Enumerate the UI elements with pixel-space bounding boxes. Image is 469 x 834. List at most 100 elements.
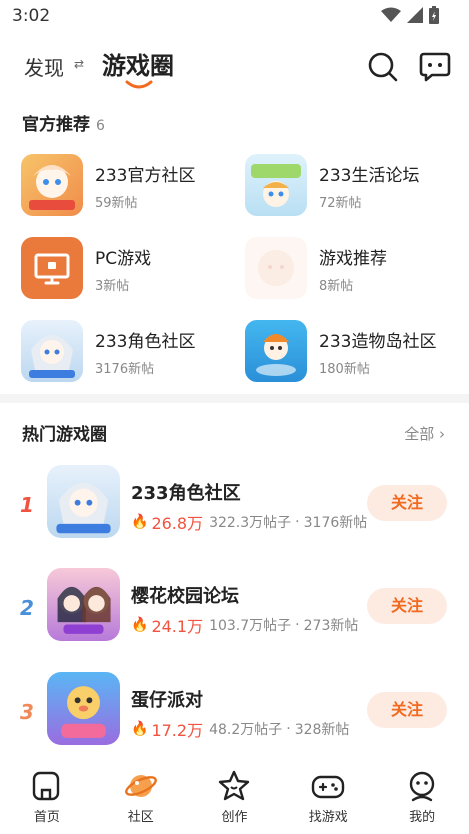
- home-icon: [32, 771, 60, 801]
- battery-icon: [429, 6, 439, 24]
- rec-thumb: [21, 154, 83, 216]
- status-bar: 3:02: [0, 0, 469, 32]
- follow-button[interactable]: 关注: [367, 588, 447, 624]
- avatar-illustration-icon: [29, 335, 75, 378]
- avatar-illustration-icon: [61, 686, 106, 738]
- rec-name: 233生活论坛: [319, 166, 420, 186]
- new-post-count: 273新帖: [303, 618, 359, 634]
- dot-separator: ·: [295, 617, 300, 633]
- top-bar: 发现 ⇄ 游戏圈: [0, 40, 469, 90]
- rec-item-creation-island[interactable]: 233造物岛社区 180新帖: [245, 320, 465, 384]
- avatar-illustration-icon: [29, 165, 75, 210]
- rec-item-official-community[interactable]: 233官方社区 59新帖: [21, 154, 241, 218]
- rec-item-life-forum[interactable]: 233生活论坛 72新帖: [245, 154, 465, 218]
- avatar-illustration-icon: [56, 482, 111, 534]
- official-count: 6: [96, 118, 105, 134]
- hot-thumb: [47, 465, 120, 538]
- rec-sub: 8新帖: [319, 279, 354, 294]
- hot-item[interactable]: 1 233角色社区 🔥 26.8万 322.3万帖子 · 3176新帖 关注: [0, 465, 469, 545]
- hot-section-title: 热门游戏圈: [22, 425, 107, 445]
- dot-separator: ·: [286, 721, 291, 737]
- new-post-count: 328新帖: [294, 722, 350, 738]
- rec-sub: 3176新帖: [95, 362, 155, 377]
- nav-home[interactable]: 首页: [0, 760, 94, 834]
- hot-name: 233角色社区: [131, 483, 241, 504]
- tab-game-circle[interactable]: 游戏圈: [102, 46, 174, 81]
- rec-sub: 72新帖: [319, 196, 362, 211]
- rec-name: 游戏推荐: [319, 249, 387, 269]
- rec-thumb: [245, 237, 307, 299]
- heat-value: 17.2万: [151, 721, 204, 740]
- rec-sub: 59新帖: [95, 196, 138, 211]
- rec-sub: 180新帖: [319, 362, 370, 377]
- post-count: 103.7万帖子: [209, 618, 292, 634]
- rec-sub: 3新帖: [95, 279, 130, 294]
- avatar-illustration-icon: [57, 586, 111, 634]
- hot-item[interactable]: 2 樱花校园论坛 🔥 24.1万 103.7万帖子 · 273新帖 关注: [0, 568, 469, 648]
- avatar-illustration-icon: [258, 250, 294, 286]
- nav-create[interactable]: 创作: [188, 760, 282, 834]
- rec-name: 233造物岛社区: [319, 332, 437, 352]
- nav-label: 我的: [409, 810, 436, 825]
- rec-name: PC游戏: [95, 249, 152, 269]
- avatar-illustration-icon: [251, 164, 301, 207]
- search-icon[interactable]: [366, 50, 400, 84]
- gamepad-icon: [312, 775, 345, 799]
- signal-icon: [407, 7, 423, 23]
- hot-item[interactable]: 3 蛋仔派对 🔥 17.2万 48.2万帖子 · 328新帖 关注: [0, 672, 469, 752]
- hot-name: 樱花校园论坛: [131, 586, 239, 607]
- dot-separator: ·: [295, 514, 300, 530]
- nav-community[interactable]: 社区: [94, 760, 188, 834]
- status-time: 3:02: [12, 6, 51, 26]
- heat-value: 26.8万: [151, 514, 204, 533]
- rec-thumb: [21, 237, 83, 299]
- rec-thumb: [245, 154, 307, 216]
- follow-button[interactable]: 关注: [367, 485, 447, 521]
- view-all-label: 全部: [404, 425, 435, 443]
- rec-item-pc-games[interactable]: PC游戏 3新帖: [21, 237, 241, 301]
- monitor-icon: [34, 253, 70, 285]
- new-post-count: 3176新帖: [303, 515, 368, 531]
- follow-button[interactable]: 关注: [367, 692, 447, 728]
- hot-name: 蛋仔派对: [131, 690, 203, 711]
- message-icon[interactable]: [418, 50, 452, 84]
- nav-label: 找游戏: [308, 810, 348, 825]
- flame-icon: 🔥: [131, 514, 149, 530]
- rec-thumb: [21, 320, 83, 382]
- nav-mine[interactable]: 我的: [375, 760, 469, 834]
- hot-rank: 2: [20, 596, 34, 620]
- tab-discover[interactable]: 发现: [24, 52, 64, 81]
- wifi-icon: [381, 7, 401, 22]
- rec-thumb: [245, 320, 307, 382]
- official-title: 官方推荐: [22, 115, 90, 135]
- rec-name: 233角色社区: [95, 332, 196, 352]
- avatar-illustration-icon: [256, 334, 296, 376]
- section-divider: [0, 394, 469, 403]
- chevron-right-icon: ›: [439, 425, 445, 443]
- nav-label: 创作: [221, 810, 248, 825]
- star-icon: [219, 770, 250, 801]
- tab-active-indicator: [125, 80, 153, 89]
- profile-icon: [409, 771, 435, 802]
- swap-icon[interactable]: ⇄: [74, 57, 84, 71]
- status-icons: [381, 6, 439, 24]
- rec-item-game-recommend[interactable]: 游戏推荐 8新帖: [245, 237, 465, 301]
- heat-value: 24.1万: [151, 617, 204, 636]
- flame-icon: 🔥: [131, 617, 149, 633]
- hot-thumb: [47, 672, 120, 745]
- view-all-link[interactable]: 全部 ›: [404, 423, 445, 444]
- hot-stats: 🔥 17.2万 48.2万帖子 · 328新帖: [131, 717, 349, 741]
- nav-label: 首页: [33, 810, 60, 825]
- hot-rank: 1: [20, 493, 34, 517]
- official-section-title: 官方推荐 6: [22, 110, 105, 135]
- bottom-nav: 首页 社区 创作 找游戏 我的: [0, 760, 469, 834]
- nav-find-game[interactable]: 找游戏: [281, 760, 375, 834]
- hot-thumb: [47, 568, 120, 641]
- post-count: 48.2万帖子: [209, 722, 283, 738]
- flame-icon: 🔥: [131, 721, 149, 737]
- nav-label: 社区: [127, 810, 154, 825]
- hot-stats: 🔥 26.8万 322.3万帖子 · 3176新帖: [131, 510, 367, 534]
- post-count: 322.3万帖子: [209, 515, 292, 531]
- rec-item-character-community[interactable]: 233角色社区 3176新帖: [21, 320, 241, 384]
- rec-name: 233官方社区: [95, 166, 196, 186]
